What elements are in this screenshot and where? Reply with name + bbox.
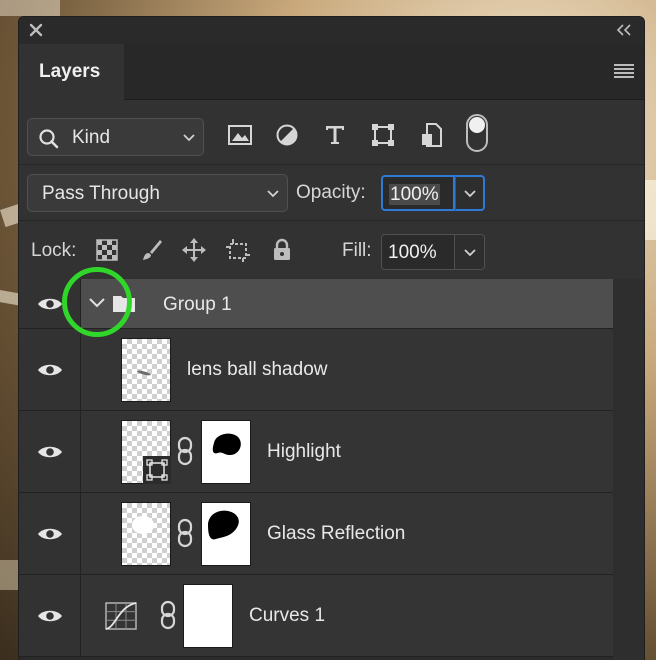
adjustment-filter-icon[interactable] — [273, 121, 301, 149]
chevron-down-icon — [464, 190, 476, 198]
smart-object-badge-icon — [143, 456, 171, 484]
layer-thumbnail — [121, 502, 171, 566]
tab-layers[interactable]: Layers — [19, 44, 124, 100]
opacity-label: Opacity: — [296, 182, 366, 203]
mask-shape — [212, 433, 241, 455]
layers-panel: Layers Kind Pass Through Opacity: 100% L… — [18, 16, 645, 660]
chevron-down-icon — [464, 249, 476, 257]
blend-mode-label: Pass Through — [42, 183, 160, 204]
eye-icon — [38, 528, 62, 539]
smart-object-filter-icon[interactable] — [418, 121, 446, 149]
fill-label: Fill: — [342, 240, 372, 261]
eye-icon — [38, 610, 62, 621]
opacity-dropdown-button[interactable] — [455, 175, 485, 211]
layer-name: lens ball shadow — [187, 359, 328, 380]
eye-icon — [38, 298, 62, 309]
layer-thumbnail — [121, 338, 171, 402]
blend-mode-select[interactable]: Pass Through — [27, 174, 288, 212]
opacity-input[interactable]: 100% — [381, 175, 455, 211]
reflection-preview — [132, 516, 154, 534]
panel-menu-icon[interactable] — [614, 64, 634, 78]
layer-mask-thumbnail[interactable] — [183, 584, 233, 648]
filter-toggle-switch[interactable] — [466, 114, 488, 152]
collapse-panel-icon[interactable] — [616, 23, 632, 37]
layer-name: Glass Reflection — [267, 523, 406, 544]
layer-row-highlight[interactable]: Highlight — [19, 411, 613, 493]
visibility-toggle[interactable] — [19, 411, 81, 492]
image-filter-icon[interactable] — [226, 121, 254, 149]
opacity-value: 100% — [389, 184, 440, 205]
layer-name: Curves 1 — [249, 605, 326, 626]
panel-tab-bar: Layers — [19, 44, 644, 100]
layer-row-lens-ball-shadow[interactable]: lens ball shadow — [19, 329, 613, 411]
fill-value: 100% — [388, 242, 437, 263]
kind-filter-label: Kind — [72, 127, 111, 148]
kind-filter-select[interactable]: Kind — [27, 118, 204, 156]
close-icon[interactable] — [27, 21, 45, 39]
type-filter-icon[interactable] — [321, 121, 349, 149]
curves-adjustment-icon — [105, 602, 137, 630]
visibility-toggle[interactable] — [19, 329, 81, 410]
lock-label: Lock: — [31, 240, 77, 261]
chevron-down-icon — [183, 134, 195, 142]
background-highlight — [0, 0, 60, 16]
shape-filter-icon[interactable] — [369, 121, 397, 149]
lock-image-pixels-brush-icon[interactable] — [138, 237, 164, 263]
visibility-toggle[interactable] — [19, 575, 81, 656]
blend-row: Pass Through Opacity: 100% — [19, 165, 644, 221]
layer-thumbnail — [121, 420, 171, 484]
layers-list: Group 1 lens ball shadow Highlight Glass… — [19, 279, 613, 660]
link-icon[interactable] — [159, 600, 177, 630]
toggle-knob — [469, 117, 485, 133]
panel-title-bar — [19, 17, 644, 44]
layers-scrollbar[interactable] — [613, 279, 644, 660]
layer-row-glass-reflection[interactable]: Glass Reflection — [19, 493, 613, 575]
fill-dropdown-button[interactable] — [455, 234, 485, 270]
lock-all-icon[interactable] — [269, 237, 295, 263]
layer-mask-thumbnail[interactable] — [201, 420, 251, 484]
lock-position-move-icon[interactable] — [181, 237, 207, 263]
visibility-toggle[interactable] — [19, 493, 81, 574]
shadow-preview-icon — [137, 370, 151, 376]
search-icon — [39, 129, 59, 149]
lock-transparent-pixels-icon[interactable] — [94, 237, 120, 263]
link-icon[interactable] — [176, 518, 194, 548]
layer-row-curves-1[interactable]: Curves 1 — [19, 575, 613, 657]
fill-input[interactable]: 100% — [381, 234, 455, 270]
annotation-circle — [62, 267, 132, 337]
layer-mask-thumbnail[interactable] — [201, 502, 251, 566]
eye-icon — [38, 446, 62, 457]
link-icon[interactable] — [176, 436, 194, 466]
lock-artboard-icon[interactable] — [225, 237, 251, 263]
layer-name: Group 1 — [163, 294, 232, 315]
filter-row: Kind — [19, 109, 644, 165]
eye-icon — [38, 364, 62, 375]
mask-shape — [208, 510, 239, 540]
layer-name: Highlight — [267, 441, 341, 462]
chevron-down-icon — [267, 190, 279, 198]
